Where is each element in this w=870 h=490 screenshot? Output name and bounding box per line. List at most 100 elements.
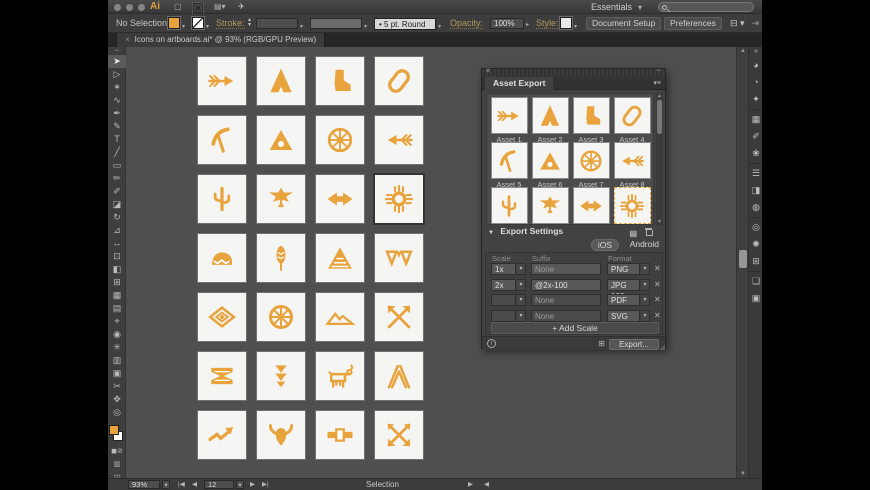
opacity-panel-link[interactable]: Opacity: — [450, 18, 483, 29]
prev-artboard-icon[interactable]: ◀ — [192, 480, 197, 488]
appearance-panel-icon[interactable]: ◎ — [749, 219, 763, 236]
artboard[interactable] — [257, 411, 305, 459]
pencil-tool[interactable]: ✐ — [108, 185, 126, 198]
artboard[interactable] — [257, 175, 305, 223]
format-caret-icon[interactable]: ▾ — [641, 310, 650, 322]
direct-selection-tool[interactable]: ▷ — [108, 68, 126, 81]
scale-caret-icon[interactable]: ▾ — [517, 263, 526, 275]
stroke-color-swatch[interactable] — [192, 17, 204, 29]
asset-thumbnail[interactable]: Asset 10 — [530, 187, 570, 225]
status-left-icon[interactable]: ◀ — [484, 480, 489, 488]
layout-menu-icon[interactable]: ▤▾ — [214, 2, 226, 11]
toolbar-grip[interactable]: ▪▪ — [108, 47, 125, 55]
suffix-field[interactable]: None — [531, 263, 601, 275]
trash-icon[interactable] — [645, 228, 652, 235]
artboard[interactable] — [257, 352, 305, 400]
fill-caret-icon[interactable]: ▾ — [182, 23, 185, 30]
artboard[interactable] — [316, 411, 364, 459]
layers-panel-icon[interactable]: ❏ — [749, 273, 763, 290]
suffix-field[interactable]: @2x-100 — [531, 279, 601, 291]
format-select[interactable]: PDF — [607, 294, 640, 306]
workspace-caret-icon[interactable]: ▾ — [638, 3, 642, 12]
scale-tool[interactable]: ⊿ — [108, 224, 126, 237]
color-guide-panel-icon[interactable]: ◔ — [749, 74, 763, 91]
panel-resize-grip[interactable]: ◢ — [660, 343, 665, 351]
artboard-number-field[interactable]: 12 — [204, 480, 234, 489]
format-caret-icon[interactable]: ▾ — [641, 263, 650, 275]
document-setup-button[interactable]: Document Setup — [586, 17, 661, 30]
width-tool[interactable]: ↔ — [108, 237, 126, 250]
scale-field[interactable] — [491, 310, 516, 322]
artboard[interactable] — [316, 234, 364, 282]
vertical-scrollbar-thumb[interactable] — [739, 250, 747, 268]
artboard[interactable] — [198, 57, 246, 105]
asset-thumbnail[interactable]: Asset 5 — [489, 142, 529, 189]
format-select[interactable]: PNG — [607, 263, 640, 275]
artboard[interactable] — [316, 175, 364, 223]
format-caret-icon[interactable]: ▾ — [641, 279, 650, 291]
slice-tool[interactable]: ✂ — [108, 380, 126, 393]
artboard[interactable] — [375, 57, 423, 105]
stroke-caret-icon[interactable]: ▾ — [206, 23, 209, 30]
line-segment-tool[interactable]: ╱ — [108, 146, 126, 159]
align-options-icon[interactable]: ⊟ ▾ — [730, 18, 745, 29]
width-profile-caret-icon[interactable]: ▾ — [364, 23, 367, 30]
artboard[interactable] — [257, 234, 305, 282]
asset-thumbnail[interactable]: Asset 8 — [612, 142, 652, 189]
share-icon[interactable]: ✈ — [238, 2, 245, 11]
info-icon[interactable]: i — [487, 339, 496, 348]
add-scale-button[interactable]: + Add Scale — [491, 322, 659, 334]
drawing-mode-button[interactable]: ▥ — [108, 458, 126, 471]
fill-stroke-control[interactable] — [108, 419, 126, 445]
artboard[interactable] — [257, 57, 305, 105]
artboard[interactable] — [375, 293, 423, 341]
eraser-tool[interactable]: ◪ — [108, 198, 126, 211]
scale-field[interactable]: 1x — [491, 263, 516, 275]
mesh-tool[interactable]: ▦ — [108, 289, 126, 302]
color-mode-buttons[interactable]: ◼⊘ — [108, 445, 126, 458]
artboard-tool[interactable]: ▣ — [108, 367, 126, 380]
vertical-scrollbar[interactable]: ▲ ▼ — [736, 47, 748, 478]
variable-width-profile-field[interactable] — [310, 18, 362, 29]
asset-thumbnail[interactable]: Asset 1 — [489, 97, 529, 144]
artboard[interactable] — [316, 57, 364, 105]
scale-caret-icon[interactable]: ▾ — [517, 310, 526, 322]
graphic-styles-panel-icon[interactable]: ✺ — [749, 236, 763, 253]
scale-caret-icon[interactable]: ▾ — [517, 294, 526, 306]
asset-export-tab[interactable]: Asset Export — [485, 77, 553, 90]
asset-thumbnail[interactable]: Asset 6 — [530, 142, 570, 189]
artboard[interactable] — [375, 175, 423, 223]
column-graph-tool[interactable]: ▥ — [108, 354, 126, 367]
suffix-field[interactable]: None — [531, 294, 601, 306]
style-caret-icon[interactable]: ▾ — [574, 23, 577, 30]
preferences-button[interactable]: Preferences — [664, 17, 722, 30]
style-panel-link[interactable]: Style: — [536, 18, 559, 29]
format-select[interactable]: JPG 100 — [607, 279, 640, 291]
stroke-weight-stepper[interactable]: ▴▾ — [248, 18, 251, 28]
symbol-sprayer-tool[interactable]: ✳ — [108, 341, 126, 354]
rectangle-tool[interactable]: ▭ — [108, 159, 126, 172]
artboards-panel-icon[interactable]: ▣ — [749, 290, 763, 307]
type-tool[interactable]: T — [108, 133, 126, 146]
scale-field[interactable]: 2x — [491, 279, 516, 291]
brush-caret-icon[interactable]: ▾ — [438, 23, 441, 30]
gradient-tool[interactable]: ▤ — [108, 302, 126, 315]
export-grid-icon[interactable]: ⊞ — [598, 339, 605, 348]
window-zoom-button[interactable] — [138, 4, 145, 11]
artboard[interactable] — [198, 293, 246, 341]
asset-scroll-up-icon[interactable]: ▲ — [657, 93, 662, 99]
artboard[interactable] — [198, 116, 246, 164]
fill-color-swatch[interactable] — [168, 17, 180, 29]
asset-thumbnail[interactable]: Asset 11 — [571, 187, 611, 225]
search-input[interactable] — [658, 2, 754, 12]
paintbrush-tool[interactable]: ✏ — [108, 172, 126, 185]
free-transform-tool[interactable]: ⊡ — [108, 250, 126, 263]
transparency-panel-icon[interactable]: ◍ — [749, 199, 763, 216]
brush-definition-field[interactable]: • 5 pt. Round — [374, 18, 436, 30]
stroke-panel-icon[interactable]: ☰ — [749, 165, 763, 182]
artboard[interactable] — [316, 116, 364, 164]
curvature-tool[interactable]: ✎ — [108, 120, 126, 133]
scale-caret-icon[interactable]: ▾ — [517, 279, 526, 291]
remove-scale-icon[interactable]: ✕ — [654, 295, 661, 304]
status-right-icon[interactable]: ▶ — [468, 480, 473, 488]
